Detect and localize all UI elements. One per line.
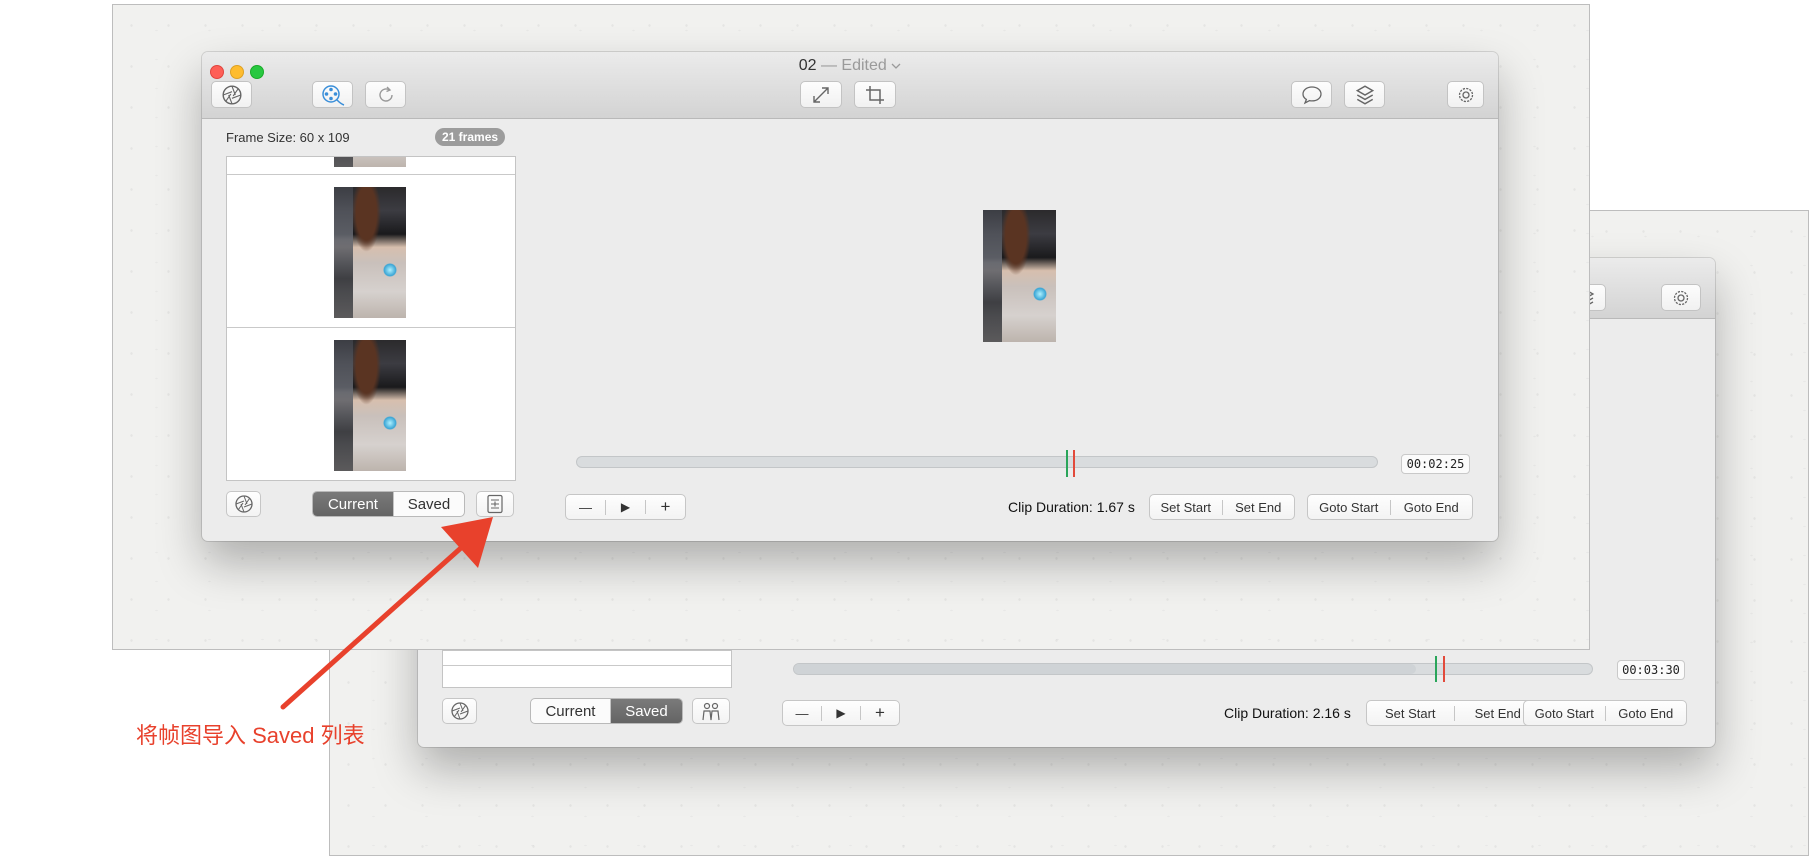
front-window: 02 — Edited Frame Size: 60 x 109 21 fram bbox=[202, 52, 1498, 541]
back-timecode: 00:03:30 bbox=[1617, 660, 1685, 680]
play-button[interactable]: ▶ bbox=[606, 500, 646, 514]
zoom-in-button[interactable]: + bbox=[646, 497, 685, 517]
set-end-button[interactable]: Set End bbox=[1223, 500, 1295, 515]
back-timeline-fill bbox=[794, 664, 1417, 674]
goto-group: Goto Start Goto End bbox=[1307, 494, 1473, 520]
end-marker[interactable] bbox=[1073, 450, 1075, 477]
back-segment-current[interactable]: Current bbox=[531, 699, 611, 723]
people-icon bbox=[702, 702, 720, 721]
gear-icon bbox=[1458, 87, 1473, 102]
back-transport-group: — ▶ + bbox=[782, 700, 900, 726]
clip-duration: Clip Duration: 1.67 s bbox=[1008, 499, 1135, 515]
aperture-icon bbox=[450, 702, 469, 720]
back-goto-start-button[interactable]: Goto Start bbox=[1524, 705, 1606, 721]
aperture-button[interactable] bbox=[226, 491, 261, 517]
gear-icon bbox=[1673, 290, 1689, 305]
frame-list[interactable] bbox=[226, 156, 516, 481]
import-to-list-icon bbox=[487, 494, 503, 514]
back-frame-list[interactable] bbox=[442, 650, 732, 688]
back-set-start-button[interactable]: Set Start bbox=[1367, 705, 1455, 721]
back-people-button[interactable] bbox=[692, 698, 730, 724]
transport-group: — ▶ + bbox=[565, 494, 686, 520]
back-play-button[interactable]: ▶ bbox=[822, 706, 861, 720]
back-zoom-in-button[interactable]: + bbox=[861, 703, 899, 723]
frame-thumbnail[interactable] bbox=[334, 157, 406, 167]
timeline-track[interactable] bbox=[576, 456, 1378, 468]
film-reel-icon bbox=[321, 84, 344, 106]
document-name: 02 bbox=[798, 57, 817, 74]
back-zoom-out-button[interactable]: — bbox=[783, 705, 822, 721]
start-marker[interactable] bbox=[1066, 450, 1068, 477]
current-timecode: 00:02:25 bbox=[1401, 454, 1470, 474]
aperture-toolbar-button[interactable] bbox=[211, 81, 252, 108]
layers-toolbar-button[interactable] bbox=[1344, 81, 1385, 108]
back-end-marker[interactable] bbox=[1443, 656, 1445, 682]
preview-frame bbox=[983, 210, 1056, 342]
list-divider bbox=[443, 665, 731, 666]
refresh-toolbar-button[interactable] bbox=[365, 81, 406, 108]
speech-bubble-icon bbox=[1301, 85, 1322, 104]
aperture-icon bbox=[221, 84, 242, 105]
set-start-button[interactable]: Set Start bbox=[1150, 499, 1223, 515]
zoom-out-button[interactable]: — bbox=[566, 499, 606, 515]
aperture-icon bbox=[234, 495, 253, 513]
list-divider bbox=[227, 174, 515, 175]
back-segment-saved[interactable]: Saved bbox=[610, 699, 682, 723]
set-group: Set Start Set End bbox=[1149, 494, 1295, 520]
segment-saved[interactable]: Saved bbox=[394, 492, 464, 516]
comment-toolbar-button[interactable] bbox=[1291, 81, 1332, 108]
resize-toolbar-button[interactable] bbox=[800, 81, 842, 108]
layers-icon bbox=[1355, 84, 1374, 105]
crop-toolbar-button[interactable] bbox=[854, 81, 896, 108]
import-to-saved-button[interactable] bbox=[476, 491, 514, 517]
frame-size-label: Frame Size: 60 x 109 bbox=[226, 130, 350, 145]
back-timeline-track[interactable] bbox=[793, 663, 1593, 675]
front-window-titlebar: 02 — Edited bbox=[202, 52, 1498, 119]
window-title[interactable]: 02 — Edited bbox=[202, 57, 1498, 75]
back-start-marker[interactable] bbox=[1435, 656, 1437, 682]
goto-end-button[interactable]: Goto End bbox=[1391, 500, 1473, 515]
frame-thumbnail[interactable] bbox=[334, 187, 406, 318]
back-clip-duration: Clip Duration: 2.16 s bbox=[1224, 705, 1351, 721]
edited-status: — Edited bbox=[816, 57, 887, 74]
back-settings-button[interactable] bbox=[1661, 284, 1701, 311]
back-aperture-button[interactable] bbox=[442, 698, 477, 724]
back-set-group: Set Start Set End bbox=[1366, 700, 1542, 726]
list-segmented-control[interactable]: Current Saved bbox=[312, 491, 465, 517]
list-divider bbox=[227, 327, 515, 328]
refresh-icon bbox=[378, 86, 393, 102]
segment-current[interactable]: Current bbox=[313, 492, 394, 516]
resize-icon bbox=[813, 86, 829, 103]
settings-toolbar-button[interactable] bbox=[1447, 81, 1484, 108]
goto-start-button[interactable]: Goto Start bbox=[1308, 499, 1391, 515]
annotation-caption: 将帧图导入 Saved 列表 bbox=[136, 723, 365, 748]
film-reel-toolbar-button[interactable] bbox=[312, 81, 353, 108]
back-goto-group: Goto Start Goto End bbox=[1523, 700, 1687, 726]
frame-thumbnail[interactable] bbox=[334, 340, 406, 471]
back-goto-end-button[interactable]: Goto End bbox=[1606, 706, 1687, 721]
frames-count-badge: 21 frames bbox=[435, 128, 506, 146]
crop-icon bbox=[866, 85, 884, 104]
chevron-down-icon bbox=[891, 63, 901, 69]
back-list-segmented-control[interactable]: Current Saved bbox=[530, 698, 683, 724]
